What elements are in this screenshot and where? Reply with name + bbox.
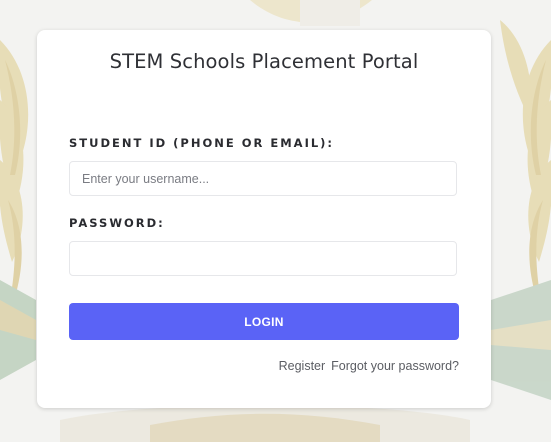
password-input[interactable] bbox=[69, 241, 457, 276]
password-label: PASSWORD: bbox=[69, 216, 165, 230]
username-label: STUDENT ID (PHONE OR EMAIL): bbox=[69, 136, 335, 150]
login-button[interactable]: LOGIN bbox=[69, 303, 459, 340]
login-card: STEM Schools Placement Portal STUDENT ID… bbox=[37, 30, 491, 408]
page-title: STEM Schools Placement Portal bbox=[109, 50, 419, 73]
username-input[interactable] bbox=[69, 161, 457, 196]
auth-links: Register Forgot your password? bbox=[279, 359, 459, 373]
forgot-password-link[interactable]: Forgot your password? bbox=[331, 359, 459, 373]
register-link[interactable]: Register bbox=[279, 359, 326, 373]
